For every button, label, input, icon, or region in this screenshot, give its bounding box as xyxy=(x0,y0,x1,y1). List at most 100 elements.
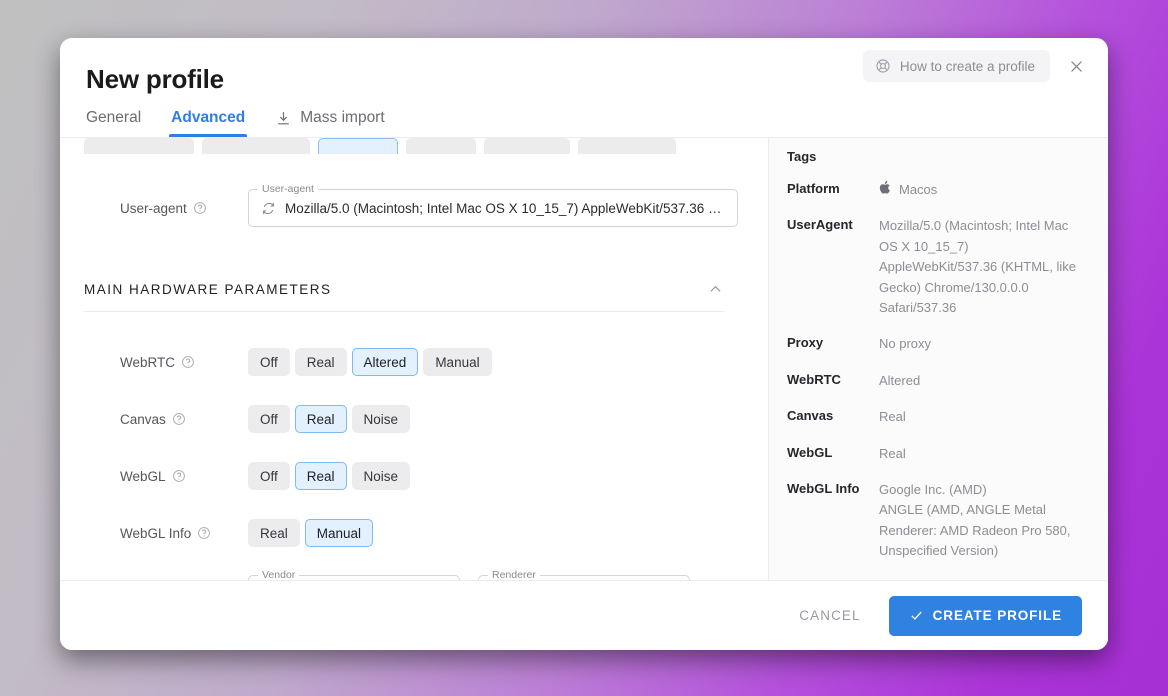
help-circle-icon[interactable] xyxy=(172,469,186,483)
cancel-button[interactable]: CANCEL xyxy=(793,600,866,631)
user-agent-label-text: User-agent xyxy=(120,200,187,216)
summary-value xyxy=(879,148,1088,164)
summary-row-webrtc: WebRTC Altered xyxy=(787,371,1088,391)
clipped-chip[interactable] xyxy=(202,138,310,154)
webrtc-option-manual[interactable]: Manual xyxy=(423,348,492,376)
refresh-icon[interactable] xyxy=(261,201,276,216)
create-profile-label: CREATE PROFILE xyxy=(932,608,1062,623)
new-profile-dialog: New profile How to create a profile Gene… xyxy=(60,38,1108,650)
webrtc-option-altered[interactable]: Altered xyxy=(351,348,419,376)
tab-advanced-label: Advanced xyxy=(171,109,246,126)
tab-mass-import-label: Mass import xyxy=(300,109,385,126)
close-icon xyxy=(1070,60,1082,72)
summary-row-useragent: UserAgent Mozilla/5.0 (Macintosh; Intel … xyxy=(787,216,1088,318)
summary-value: Altered xyxy=(879,372,921,388)
dialog-footer: CANCEL CREATE PROFILE xyxy=(60,580,1108,650)
how-to-create-profile-button[interactable]: How to create a profile xyxy=(862,50,1050,82)
user-agent-field[interactable]: User-agent Mozilla/5.0 (Macintosh; Intel… xyxy=(248,183,738,227)
webgl-label: WebGL xyxy=(120,469,248,484)
summary-row-tags: Tags xyxy=(787,148,1088,164)
dialog-header: New profile How to create a profile Gene… xyxy=(60,38,1108,137)
summary-value-wrap: Macos xyxy=(879,180,1088,200)
webgl-info-label: WebGL Info xyxy=(120,526,248,541)
canvas-label: Canvas xyxy=(120,412,248,427)
tab-bar: General Advanced Mass import xyxy=(86,109,1108,137)
webgl-option-real[interactable]: Real xyxy=(294,462,347,490)
webgl-segmented-control: Off Real Noise xyxy=(248,462,411,490)
webgl-info-row: WebGL Info Real Manual xyxy=(84,519,724,547)
canvas-option-noise[interactable]: Noise xyxy=(351,405,411,433)
webgl-option-noise[interactable]: Noise xyxy=(351,462,411,490)
summary-value: No proxy xyxy=(879,336,932,352)
vendor-select[interactable]: Vendor Google Inc. (AMD) xyxy=(248,569,460,580)
clipped-chip-selected[interactable] xyxy=(318,138,398,154)
clipped-chip[interactable] xyxy=(578,138,676,154)
webrtc-label-text: WebRTC xyxy=(120,354,176,370)
summary-key: WebRTC xyxy=(787,371,841,387)
summary-key: Proxy xyxy=(787,335,824,351)
clipped-chip[interactable] xyxy=(84,138,194,154)
dialog-body: User-agent User-agent Mozilla/5.0 (Macin… xyxy=(60,137,1108,580)
renderer-select[interactable]: Renderer ANGLE (AMD, ANGLE M… xyxy=(478,569,690,580)
webrtc-segmented-control: Off Real Altered Manual xyxy=(248,348,492,376)
tab-general-label: General xyxy=(86,109,142,126)
help-circle-icon[interactable] xyxy=(197,526,211,540)
webgl-info-option-real[interactable]: Real xyxy=(248,519,300,547)
tab-advanced[interactable]: Advanced xyxy=(169,109,248,137)
webgl-label-text: WebGL xyxy=(120,468,166,484)
summary-key: WebGL xyxy=(787,444,833,460)
user-agent-row: User-agent User-agent Mozilla/5.0 (Macin… xyxy=(84,183,738,227)
summary-key: Canvas xyxy=(787,408,834,424)
tab-general[interactable]: General xyxy=(86,109,141,137)
clipped-chip[interactable] xyxy=(406,138,476,154)
webgl-info-label-text: WebGL Info xyxy=(120,525,192,541)
tab-mass-import[interactable]: Mass import xyxy=(275,109,385,137)
main-hardware-parameters-section-header[interactable]: MAIN HARDWARE PARAMETERS xyxy=(84,281,724,312)
help-circle-icon[interactable] xyxy=(172,412,186,426)
summary-key: WebGPU xyxy=(787,578,879,580)
summary-row-webgl: WebGL Real xyxy=(787,444,1088,464)
form-scroll-area[interactable]: User-agent User-agent Mozilla/5.0 (Macin… xyxy=(60,137,768,580)
section-title: MAIN HARDWARE PARAMETERS xyxy=(84,282,332,297)
profile-summary-panel[interactable]: Tags Platform Macos UserAgent Mozilla/5.… xyxy=(768,137,1108,580)
apple-icon xyxy=(879,180,892,195)
canvas-segmented-control: Off Real Noise xyxy=(248,405,411,433)
download-tray-icon xyxy=(275,110,292,127)
help-circle-icon[interactable] xyxy=(193,201,207,215)
canvas-row: Canvas Off Real Noise xyxy=(84,405,724,433)
create-profile-button[interactable]: CREATE PROFILE xyxy=(888,595,1082,636)
summary-row-canvas: Canvas Real xyxy=(787,407,1088,427)
canvas-option-off[interactable]: Off xyxy=(248,405,290,433)
how-to-create-profile-label: How to create a profile xyxy=(899,58,1035,74)
user-agent-field-legend: User-agent xyxy=(258,183,318,195)
webgl-info-segmented-control: Real Manual xyxy=(248,519,374,547)
help-circle-icon[interactable] xyxy=(181,355,195,369)
webgl-option-off[interactable]: Off xyxy=(248,462,290,490)
webrtc-row: WebRTC Off Real Altered Manual xyxy=(84,348,724,376)
clipped-chip[interactable] xyxy=(484,138,570,154)
canvas-option-real[interactable]: Real xyxy=(294,405,347,433)
chevron-up-icon[interactable] xyxy=(707,281,724,298)
summary-value: Google Inc. (AMD) ANGLE (AMD, ANGLE Meta… xyxy=(879,482,1071,559)
renderer-legend: Renderer xyxy=(488,569,540,580)
summary-row-webgpu: WebGPU Real xyxy=(787,578,1088,580)
summary-row-platform: Platform Macos xyxy=(787,180,1088,200)
canvas-label-text: Canvas xyxy=(120,411,166,427)
close-button[interactable] xyxy=(1062,52,1090,80)
webgl-info-option-manual[interactable]: Manual xyxy=(304,519,374,547)
summary-key: Tags xyxy=(787,149,817,164)
summary-list: Tags Platform Macos UserAgent Mozilla/5.… xyxy=(769,138,1108,580)
webrtc-option-off[interactable]: Off xyxy=(248,348,290,376)
summary-value: Real xyxy=(879,578,1088,581)
webgl-info-dropdowns-row: Vendor Google Inc. (AMD) xyxy=(84,569,724,580)
lifebuoy-icon xyxy=(875,58,891,74)
summary-value: Real xyxy=(879,409,906,425)
check-icon xyxy=(909,608,924,623)
summary-row-proxy: Proxy No proxy xyxy=(787,334,1088,354)
webrtc-option-real[interactable]: Real xyxy=(294,348,347,376)
summary-key: UserAgent xyxy=(787,217,853,233)
summary-key: WebGL Info xyxy=(787,481,860,497)
summary-key: Platform xyxy=(787,181,840,196)
webgl-row: WebGL Off Real Noise xyxy=(84,462,724,490)
summary-row-webgl-info: WebGL Info Google Inc. (AMD) ANGLE (AMD,… xyxy=(787,480,1088,562)
